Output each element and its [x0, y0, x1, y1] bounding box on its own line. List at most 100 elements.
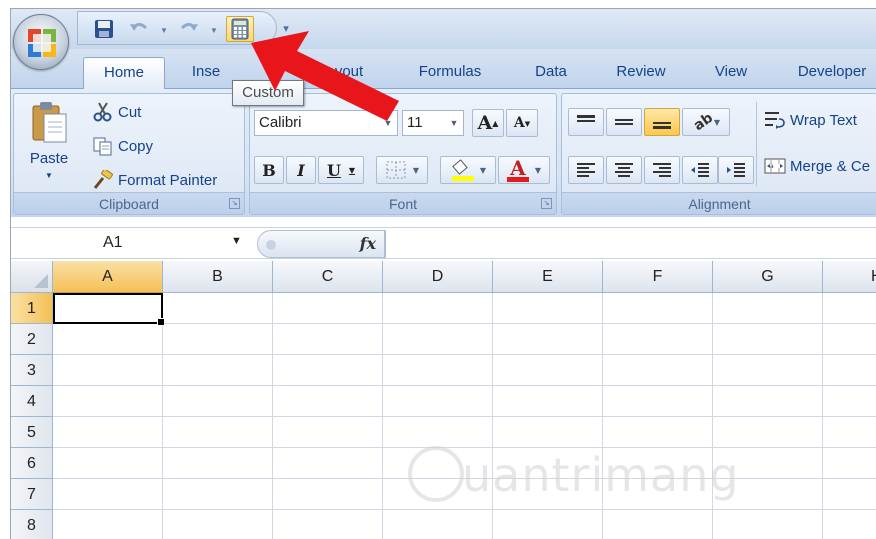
scissors-icon	[92, 102, 114, 122]
align-left-button[interactable]	[568, 156, 604, 184]
alignment-group-label: Alignment	[562, 192, 876, 214]
name-box[interactable]: A1 ▼	[11, 231, 251, 257]
office-button[interactable]	[13, 14, 69, 70]
ribbon-tabs: Home Inse yout Formulas Data Review View…	[11, 49, 876, 90]
tab-home[interactable]: Home	[83, 57, 165, 90]
tab-formulas[interactable]: Formulas	[407, 57, 493, 89]
top-align-button[interactable]	[568, 108, 604, 136]
align-left-icon	[577, 163, 595, 177]
align-center-icon	[615, 163, 633, 177]
row-header[interactable]: 3	[11, 355, 53, 386]
font-color-bar	[506, 176, 529, 182]
paint-bucket-icon	[451, 159, 474, 181]
wrap-text-label: Wrap Text	[790, 111, 857, 129]
watermark-text: uantrimang	[462, 448, 740, 502]
orientation-button[interactable]: ab ▼	[682, 108, 730, 136]
brush-icon	[92, 168, 114, 190]
undo-dropdown-icon[interactable]: ▼	[160, 26, 168, 35]
name-box-dropdown-icon[interactable]: ▼	[231, 235, 242, 247]
column-header[interactable]: F	[603, 261, 713, 293]
font-size-dropdown-icon[interactable]: ▼	[445, 111, 463, 135]
column-header[interactable]: D	[383, 261, 493, 293]
align-right-icon	[653, 163, 671, 177]
ribbon: Paste ▼ Cut Copy Format Painter Clipboar…	[11, 89, 876, 217]
row-header[interactable]: 1	[11, 293, 53, 324]
formula-bar: A1 ▼ fx	[11, 227, 876, 259]
cut-button[interactable]: Cut	[92, 102, 141, 122]
underline-button[interactable]: U ▼	[318, 156, 364, 184]
align-middle-icon	[615, 119, 633, 125]
title-bar: ▼ ▼ ▾	[11, 9, 876, 49]
borders-dropdown-icon: ▼	[412, 165, 420, 175]
group-separator	[756, 102, 757, 186]
shrink-font-button[interactable]: A ▼	[506, 109, 538, 137]
alignment-group: ab ▼ Wrap Text a Merge & Ce Alignment	[561, 93, 876, 215]
grow-font-button[interactable]: A ▲	[472, 109, 504, 137]
font-color-button[interactable]: A ▼	[498, 156, 550, 184]
insert-function-icon[interactable]: fx	[360, 234, 376, 253]
copy-icon	[92, 136, 114, 156]
active-cell[interactable]	[53, 293, 165, 326]
italic-button[interactable]: I	[286, 156, 316, 184]
watermark: uantrimang	[404, 438, 744, 518]
row-header[interactable]: 7	[11, 479, 53, 510]
tab-developer[interactable]: Developer	[787, 57, 876, 89]
paste-icon	[32, 102, 67, 143]
redo-dropdown-icon[interactable]: ▼	[210, 26, 218, 35]
tab-review[interactable]: Review	[605, 57, 677, 89]
font-launcher-icon[interactable]: ↘	[541, 198, 552, 209]
svg-text:a: a	[770, 163, 774, 170]
decrease-indent-button[interactable]	[682, 156, 718, 184]
middle-align-button[interactable]	[606, 108, 642, 136]
row-header[interactable]: 5	[11, 417, 53, 448]
borders-icon	[386, 161, 406, 179]
svg-text:ab: ab	[692, 113, 714, 131]
splitter-handle-icon[interactable]	[266, 240, 276, 250]
font-size-value: 11	[407, 114, 423, 131]
merge-center-button[interactable]: a Merge & Ce	[764, 156, 870, 176]
tab-view[interactable]: View	[703, 57, 759, 89]
redo-icon[interactable]	[178, 16, 200, 42]
paste-button[interactable]: Paste ▼	[22, 100, 76, 196]
column-header[interactable]: G	[713, 261, 823, 293]
fill-color-button[interactable]: ▼	[440, 156, 496, 184]
copy-label: Copy	[118, 137, 154, 155]
copy-button[interactable]: Copy	[92, 136, 153, 156]
bottom-align-button[interactable]	[644, 108, 680, 136]
tab-data[interactable]: Data	[521, 57, 581, 89]
row-header[interactable]: 2	[11, 324, 53, 355]
format-painter-label: Format Painter	[118, 171, 218, 189]
font-color-value: A	[510, 155, 526, 180]
wrap-text-button[interactable]: Wrap Text	[764, 110, 857, 130]
bold-button[interactable]: B	[254, 156, 284, 184]
increase-indent-button[interactable]	[718, 156, 754, 184]
row-header[interactable]: 4	[11, 386, 53, 417]
office-logo-icon	[28, 29, 56, 57]
row-header[interactable]: 8	[11, 510, 53, 539]
column-header[interactable]: C	[273, 261, 383, 293]
watermark-logo-icon	[408, 446, 464, 502]
formula-input[interactable]	[385, 230, 876, 258]
fill-color-dropdown-icon: ▼	[479, 165, 487, 175]
align-center-button[interactable]	[606, 156, 642, 184]
orientation-icon: ab	[692, 113, 714, 131]
row-header[interactable]: 6	[11, 448, 53, 479]
merge-center-label: Merge & Ce	[790, 157, 871, 175]
align-right-button[interactable]	[644, 156, 680, 184]
tab-insert[interactable]: Inse	[181, 57, 231, 89]
format-painter-button[interactable]: Format Painter	[92, 168, 218, 190]
column-header[interactable]: B	[163, 261, 273, 293]
save-icon[interactable]	[92, 16, 116, 42]
select-all-corner[interactable]	[11, 261, 53, 293]
font-size-combo[interactable]: 11 ▼	[402, 110, 464, 136]
column-header[interactable]: H	[823, 261, 876, 293]
undo-icon[interactable]	[128, 16, 150, 42]
clipboard-launcher-icon[interactable]: ↘	[229, 198, 240, 209]
borders-button[interactable]: ▼	[376, 156, 428, 184]
red-arrow-annotation	[251, 31, 399, 121]
align-bottom-icon	[653, 122, 671, 129]
cut-label: Cut	[118, 103, 142, 121]
column-header[interactable]: E	[493, 261, 603, 293]
merge-cells-icon: a	[764, 156, 786, 176]
column-header[interactable]: A	[53, 261, 163, 293]
